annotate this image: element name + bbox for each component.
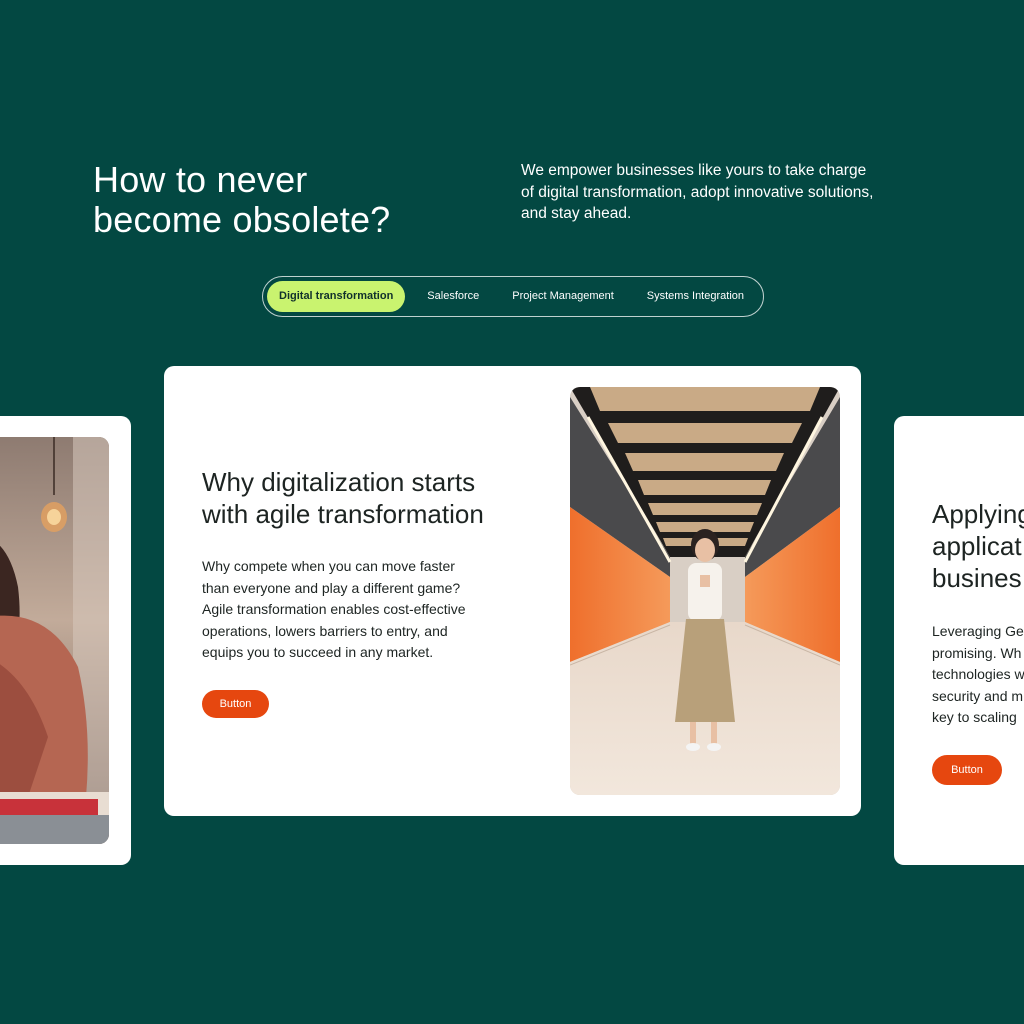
carousel-card-active: Why digitalization starts with agile tra… <box>164 366 861 816</box>
hero-intro-line-2: of digital transformation, adopt innovat… <box>521 183 874 201</box>
tab-systems-integration[interactable]: Systems Integration <box>636 281 755 312</box>
next-card-title-line-3: busines <box>932 563 1022 593</box>
next-card-description-line-4: security and m <box>932 687 1024 704</box>
hero-title-line-1: How to never <box>93 159 308 200</box>
card-description-line-1: Why compete when you can move faster <box>202 558 455 574</box>
carousel-card-next[interactable]: Applying applicat busines Leveraging Ge … <box>894 416 1024 865</box>
next-card-button[interactable]: Button <box>932 755 1002 785</box>
tab-salesforce[interactable]: Salesforce <box>416 281 490 312</box>
card-description-line-3: Agile transformation enables cost-effect… <box>202 601 466 618</box>
tab-project-management[interactable]: Project Management <box>501 281 625 312</box>
next-card-description-line-3: technologies w <box>932 666 1024 683</box>
next-card-title-line-2: applicat <box>932 531 1022 561</box>
card-description-line-4: operations, lowers barriers to entry, an… <box>202 622 448 639</box>
card-photo-woman-reading <box>0 437 109 844</box>
next-card-description-line-1: Leveraging Ge <box>932 623 1024 639</box>
hero-intro-line-1: We empower businesses like yours to take… <box>521 162 867 179</box>
card-button[interactable]: Button <box>202 690 269 718</box>
hero-title-line-2: become obsolete? <box>93 199 391 240</box>
carousel-card-previous[interactable] <box>0 416 131 865</box>
card-title-line-2: with agile transformation <box>202 499 484 529</box>
hero-title: How to never become obsolete? <box>93 160 390 240</box>
card-title: Why digitalization starts with agile tra… <box>202 466 484 530</box>
card-photo-tunnel-woman <box>570 387 840 795</box>
card-description-line-5: equips you to succeed in any market. <box>202 644 434 661</box>
hero-intro: We empower businesses like yours to take… <box>521 160 911 225</box>
card-description: Why compete when you can move faster tha… <box>202 556 466 664</box>
tab-digital-transformation[interactable]: Digital transformation <box>267 281 406 312</box>
hero-intro-line-3: and stay ahead. <box>521 205 632 222</box>
next-card-description: Leveraging Ge promising. Wh technologies… <box>932 621 1024 729</box>
topic-tabs: Digital transformation Salesforce Projec… <box>262 276 764 317</box>
next-card-title-line-1: Applying <box>932 499 1024 529</box>
card-title-line-1: Why digitalization starts <box>202 467 476 497</box>
next-card-description-line-5: key to scaling <box>932 709 1017 726</box>
next-card-title: Applying applicat busines <box>932 498 1024 594</box>
next-card-description-line-2: promising. Wh <box>932 644 1022 661</box>
card-description-line-2: than everyone and play a different game? <box>202 579 461 596</box>
